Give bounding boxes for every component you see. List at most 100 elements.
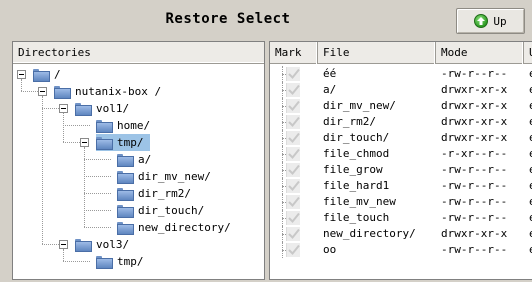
file-row[interactable]: dir_touch/drwxr-xr-x e [270,130,532,146]
mode-cell: drwxr-xr-x [441,227,508,240]
file-row[interactable]: new_directory/drwxr-xr-x e [270,226,532,242]
directory-tree: / nutanix-box / vol1/home/tmp/a/dir_mv_new… [13,64,264,270]
mode-cell: drwxr-xr-x [441,131,508,144]
file-row[interactable]: dir_mv_new/drwxr-xr-x e [270,98,532,114]
checkmark-icon[interactable] [286,163,300,177]
tree-node[interactable]: a/ [13,151,264,168]
mark-cell[interactable] [270,114,318,130]
mark-cell[interactable] [270,98,318,114]
arrow-up-circle-icon [474,14,489,28]
folder-icon [75,239,92,252]
folder-icon [117,171,134,184]
folder-icon [33,69,50,82]
tree-node-label: / [54,68,61,81]
checkmark-icon[interactable] [286,83,300,97]
directories-panel: Directories / nutanix-box / vol1/home/tmp/… [12,41,265,280]
file-row[interactable]: dir_rm2/drwxr-xr-x e [270,114,532,130]
tree-node-label: tmp/ [117,136,144,149]
tree-node-label: vol1/ [96,102,130,115]
collapse-toggle-icon[interactable] [59,104,68,113]
up-button[interactable]: Up [456,8,525,34]
mark-cell[interactable] [270,226,318,242]
user-cell: e [524,66,532,82]
file-name-cell: file_chmod [323,147,390,160]
file-row[interactable]: a/drwxr-xr-x e [270,82,532,98]
folder-icon [75,103,92,116]
mark-column-header[interactable]: Mark [270,42,318,64]
directories-header: Directories [13,42,264,64]
user-cell: e [524,162,532,178]
collapse-toggle-icon[interactable] [17,70,26,79]
tree-node[interactable]: tmp/ [13,253,264,270]
file-row[interactable]: file_touch -rw-r--r-- e [270,210,532,226]
file-name-cell: a/ [323,83,337,96]
user-cell: e [524,242,532,258]
file-name-cell: dir_rm2/ [323,115,376,128]
file-row[interactable]: file_hard1 -rw-r--r-- e [270,178,532,194]
mark-cell[interactable] [270,162,318,178]
mode-cell: -rw-r--r-- [441,195,508,208]
tree-node[interactable]: new_directory/ [13,219,264,236]
tree-node[interactable]: home/ [13,117,264,134]
checkmark-icon[interactable] [286,195,300,209]
file-row[interactable]: file_grow -rw-r--r-- e [270,162,532,178]
tree-node[interactable]: dir_rm2/ [13,185,264,202]
folder-icon [117,205,134,218]
tree-node-label: dir_touch/ [138,204,205,217]
tree-node[interactable]: dir_touch/ [13,202,264,219]
file-row[interactable]: file_mv_new -rw-r--r-- e [270,194,532,210]
user-cell: e [524,226,532,242]
tree-node[interactable]: vol1/ [13,100,264,117]
file-column-header[interactable]: File [318,42,436,64]
tree-node[interactable]: dir_mv_new/ [13,168,264,185]
checkmark-icon[interactable] [286,99,300,113]
collapse-toggle-icon[interactable] [80,138,89,147]
tree-node-label: new_directory/ [138,221,231,234]
tree-node-label: dir_rm2/ [138,187,191,200]
tree-node[interactable]: nutanix-box / [13,83,264,100]
tree-node-label: vol3/ [96,238,130,251]
file-row[interactable]: oo -rw-r--r-- e [270,242,532,258]
mark-cell[interactable] [270,210,318,226]
files-header: Mark File Mode U [270,42,532,64]
user-cell: e [524,98,532,114]
tree-node[interactable]: vol3/ [13,236,264,253]
checkmark-icon[interactable] [286,67,300,81]
mark-cell[interactable] [270,146,318,162]
tree-node[interactable]: / [13,66,264,83]
collapse-toggle-icon[interactable] [38,87,47,96]
tree-node[interactable]: tmp/ [13,134,264,151]
mark-cell[interactable] [270,194,318,210]
file-name-cell: dir_mv_new/ [323,99,396,112]
file-row[interactable]: file_chmod -r-xr--r-- e [270,146,532,162]
checkmark-icon[interactable] [286,227,300,241]
user-cell: e [524,82,532,98]
file-name-cell: file_hard1 [323,179,390,192]
mark-cell[interactable] [270,82,318,98]
files-panel: Mark File Mode U éé-rw-r--r--ea/drwxr-xr… [269,41,532,280]
file-row[interactable]: éé -rw-r--r-- e [270,66,532,82]
mark-cell[interactable] [270,130,318,146]
mode-cell: -r-xr--r-- [441,147,508,160]
folder-icon [54,86,71,99]
tree-node-label: nutanix-box / [75,85,162,98]
checkmark-icon[interactable] [286,131,300,145]
mark-cell[interactable] [270,178,318,194]
mode-cell: -rw-r--r-- [441,179,508,192]
checkmark-icon[interactable] [286,179,300,193]
checkmark-icon[interactable] [286,211,300,225]
user-column-header[interactable]: U [524,42,532,64]
mark-cell[interactable] [270,242,318,258]
checkmark-icon[interactable] [286,147,300,161]
file-name-cell: file_mv_new [323,195,396,208]
mode-column-header[interactable]: Mode [436,42,524,64]
tree-node-label: dir_mv_new/ [138,170,211,183]
files-list: éé-rw-r--r--ea/drwxr-xr-xedir_mv_new/drw… [270,64,532,258]
mark-cell[interactable] [270,66,318,82]
collapse-toggle-icon[interactable] [59,240,68,249]
mode-cell: -rw-r--r-- [441,243,508,256]
checkmark-icon[interactable] [286,115,300,129]
checkmark-icon[interactable] [286,243,300,257]
mode-cell: drwxr-xr-x [441,83,508,96]
tree-node-label: home/ [117,119,151,132]
